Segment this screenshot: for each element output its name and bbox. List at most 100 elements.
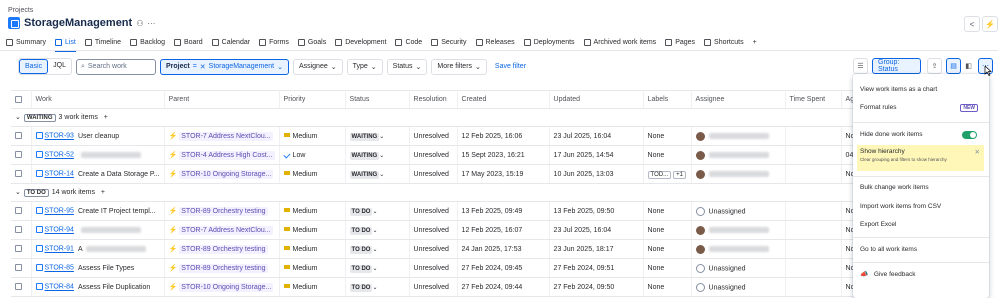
status-badge[interactable]: WAITING	[349, 151, 380, 160]
close-icon[interactable]: ✕	[975, 148, 980, 156]
assignee-cell[interactable]	[691, 220, 786, 240]
parent-cell[interactable]: ⚡ STOR-10 Ongoing Storage...	[164, 277, 280, 297]
row-checkbox-cell[interactable]	[11, 126, 32, 146]
tab-board[interactable]: Board	[173, 35, 203, 49]
tab-development[interactable]: Development	[335, 35, 386, 49]
assignee-cell[interactable]	[691, 164, 786, 184]
status-cell[interactable]: TO DO ⌄	[345, 220, 410, 240]
parent-link[interactable]: STOR-7 Address NextClou...	[179, 132, 273, 141]
parent-link[interactable]: STOR-89 Orchestry testing	[179, 264, 268, 273]
group-by-button[interactable]: Group: Status	[872, 58, 921, 74]
search-input[interactable]: ⌕ Search work	[75, 58, 156, 75]
column-header-parent[interactable]: Parent	[164, 90, 280, 109]
parent-link[interactable]: STOR-89 Orchestry testing	[179, 207, 268, 216]
tab-releases[interactable]: Releases	[475, 35, 515, 49]
tab-timeline[interactable]: Timeline	[84, 35, 121, 49]
label-tag[interactable]: TOD...	[647, 170, 672, 179]
assignee-cell[interactable]	[691, 145, 786, 165]
row-checkbox-cell[interactable]	[11, 201, 32, 221]
work-summary[interactable]: User cleanup	[78, 133, 119, 140]
work-key[interactable]: STOR-84	[45, 284, 74, 291]
add-item-icon[interactable]: +	[102, 114, 108, 121]
table-row[interactable]: STOR-14 Create a Data Storage P... ⚡ STOR-1…	[11, 164, 882, 184]
filter-icon[interactable]: ☰	[853, 58, 868, 74]
parent-link[interactable]: STOR-4 Address High Cost...	[179, 151, 275, 160]
parent-link[interactable]: STOR-7 Address NextClou...	[179, 226, 273, 235]
status-cell[interactable]: WAITING ⌄	[345, 145, 410, 165]
parent-cell[interactable]: ⚡ STOR-89 Orchestry testing	[164, 201, 280, 221]
priority-cell[interactable]: Medium	[279, 239, 346, 259]
parent-cell[interactable]: ⚡ STOR-10 Ongoing Storage...	[164, 164, 280, 184]
labels-cell[interactable]: None	[643, 258, 692, 278]
menu-item-feedback[interactable]: 📣 Give feedback	[860, 270, 915, 278]
assignee-cell[interactable]: Unassigned	[691, 277, 786, 297]
status-filter[interactable]: Status ⌄	[386, 58, 428, 75]
work-summary[interactable]: Create IT Project templ...	[78, 208, 156, 215]
column-header-time-spent[interactable]: Time Spent	[785, 90, 842, 109]
close-icon[interactable]: ✕	[200, 63, 206, 71]
detail-view-icon[interactable]: ◧	[962, 58, 975, 74]
parent-link[interactable]: STOR-10 Ongoing Storage...	[179, 283, 274, 292]
group-header-cell[interactable]: ⌄ WAITING 3 work items +	[11, 108, 882, 127]
labels-cell[interactable]: None	[643, 201, 692, 221]
status-badge[interactable]: WAITING	[349, 170, 380, 179]
priority-cell[interactable]: Low	[279, 145, 346, 165]
select-all-checkbox[interactable]	[11, 90, 32, 109]
chevron-down-icon[interactable]: ⌄	[15, 114, 21, 121]
tab-forms[interactable]: Forms	[259, 35, 289, 49]
row-checkbox-cell[interactable]	[11, 145, 32, 165]
assignee-filter[interactable]: Assignee ⌄	[292, 58, 343, 75]
project-filter[interactable]: Project = ✕ StorageManagement ⌄	[159, 58, 289, 75]
table-row[interactable]: STOR-84 Assess File Duplication ⚡ STOR-10 O…	[11, 277, 882, 297]
parent-cell[interactable]: ⚡ STOR-7 Address NextClou...	[164, 126, 280, 146]
table-row[interactable]: STOR-91 A ⚡ STOR-89 Orchestry testing Medium…	[11, 239, 882, 259]
breadcrumb[interactable]: Projects	[8, 7, 33, 14]
add-tab-icon[interactable]: +	[753, 39, 757, 46]
status-cell[interactable]: WAITING ⌄	[345, 164, 410, 184]
column-header-updated[interactable]: Updated	[549, 90, 644, 109]
row-checkbox-cell[interactable]	[11, 277, 32, 297]
work-summary[interactable]: A	[78, 246, 83, 253]
menu-item-show-hierarchy[interactable]: Show hierarchy Clear grouping and filter…	[857, 145, 984, 171]
labels-cell[interactable]: None	[643, 239, 692, 259]
group-header-cell[interactable]: ⌄ TO DO 14 work items +	[11, 183, 882, 202]
status-cell[interactable]: TO DO ⌄	[345, 277, 410, 297]
share-icon[interactable]: <	[964, 16, 980, 32]
column-header-resolution[interactable]: Resolution	[409, 90, 458, 109]
add-item-icon[interactable]: +	[99, 189, 105, 196]
tab-archived-work-items[interactable]: Archived work items	[583, 35, 656, 49]
status-badge[interactable]: WAITING	[349, 132, 380, 141]
row-checkbox-cell[interactable]	[11, 258, 32, 278]
labels-cell[interactable]: None	[643, 220, 692, 240]
parent-cell[interactable]: ⚡ STOR-7 Address NextClou...	[164, 220, 280, 240]
tab-list[interactable]: List	[54, 35, 76, 52]
priority-cell[interactable]: Medium	[279, 201, 346, 221]
labels-cell[interactable]: None	[643, 126, 692, 146]
work-key[interactable]: STOR-52	[45, 152, 74, 159]
export-icon[interactable]: ⇪	[927, 58, 942, 74]
more-filters-button[interactable]: More filters ⌄	[431, 58, 487, 75]
work-key[interactable]: STOR-85	[45, 265, 74, 272]
more-actions-icon[interactable]: ···	[147, 19, 155, 28]
menu-item-bulk-change[interactable]: Bulk change work items	[860, 184, 929, 191]
row-checkbox-cell[interactable]	[11, 164, 32, 184]
parent-cell[interactable]: ⚡ STOR-4 Address High Cost...	[164, 145, 280, 165]
table-row[interactable]: STOR-85 Assess File Types ⚡ STOR-89 Orchest…	[11, 258, 882, 278]
status-badge[interactable]: TO DO	[349, 264, 373, 273]
priority-cell[interactable]: Medium	[279, 258, 346, 278]
parent-cell[interactable]: ⚡ STOR-89 Orchestry testing	[164, 239, 280, 259]
chevron-down-icon[interactable]: ⌄	[15, 189, 21, 196]
work-summary[interactable]: Assess File Duplication	[78, 284, 150, 291]
work-key[interactable]: STOR-94	[45, 227, 74, 234]
labels-cell[interactable]: TOD... +1	[643, 164, 692, 184]
parent-link[interactable]: STOR-89 Orchestry testing	[179, 245, 268, 254]
row-checkbox-cell[interactable]	[11, 220, 32, 240]
tab-summary[interactable]: Summary	[6, 35, 46, 49]
parent-link[interactable]: STOR-10 Ongoing Storage...	[179, 170, 274, 179]
table-row[interactable]: STOR-95 Create IT Project templ... ⚡ STOR-8…	[11, 201, 882, 221]
tab-deployments[interactable]: Deployments	[523, 35, 575, 49]
status-badge[interactable]: TO DO	[349, 207, 373, 216]
work-key[interactable]: STOR-93	[45, 133, 74, 140]
table-row[interactable]: STOR-93 User cleanup ⚡ STOR-7 Address NextC…	[11, 126, 882, 146]
label-more[interactable]: +1	[673, 170, 686, 179]
